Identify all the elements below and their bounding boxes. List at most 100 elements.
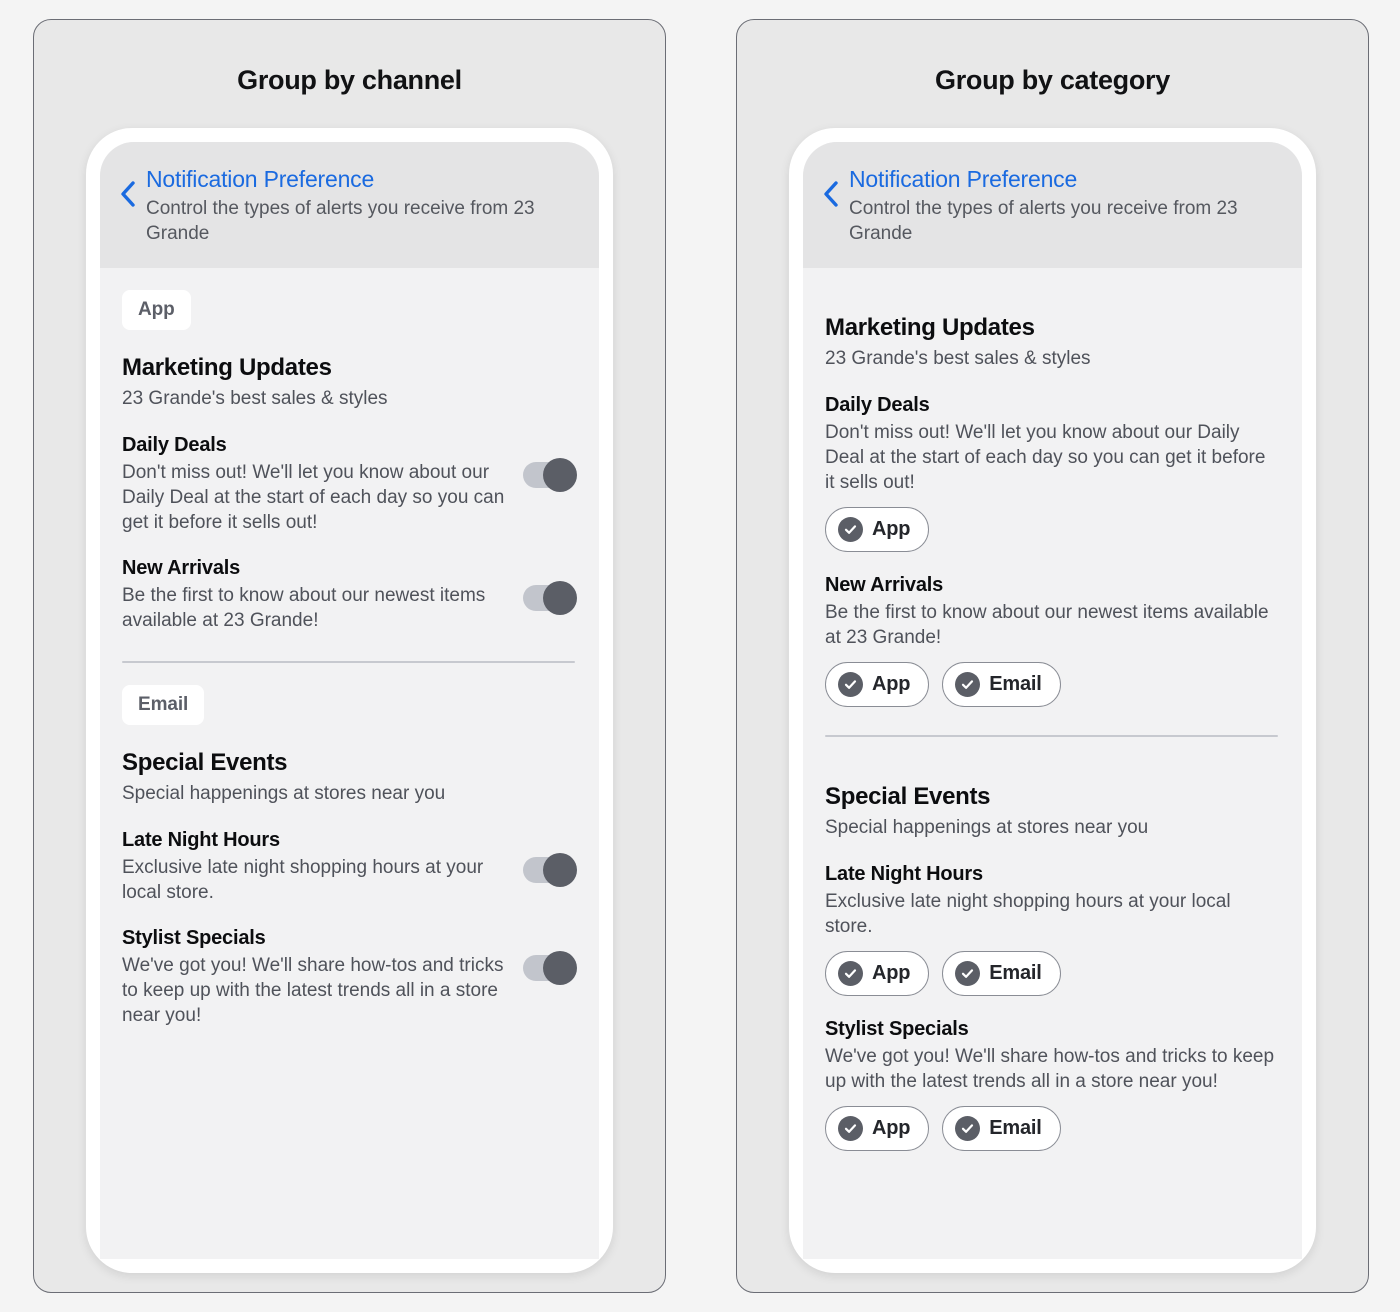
header-texts: Notification Preference Control the types… — [146, 164, 575, 246]
channel-chip-label: Email — [989, 673, 1042, 695]
channel-badge: Email — [122, 685, 205, 725]
preference-description: Be the first to know about our newest it… — [825, 602, 1269, 648]
preference-title: Daily Deals — [825, 394, 930, 416]
toggle-wrap — [523, 927, 577, 985]
notification-group: Marketing Updates 23 Grande's best sales … — [122, 354, 577, 633]
phone-frame: Notification Preference Control the types… — [789, 128, 1316, 1273]
preference-texts: Daily Deals Don't miss out! We'll let you… — [825, 394, 1278, 552]
channel-chip-app[interactable]: App — [825, 662, 930, 707]
channel-chip-app[interactable]: App — [825, 951, 930, 996]
preference-row: Daily Deals Don't miss out! We'll let you… — [825, 394, 1278, 552]
channel-chip-email[interactable]: Email — [942, 662, 1061, 707]
channel-chip-label: Email — [989, 962, 1042, 984]
preference-row: Late Night Hours Exclusive late night sho… — [825, 863, 1278, 996]
channel-chip-list: App Email — [825, 951, 1278, 996]
preference-texts: New Arrivals Be the first to know about o… — [122, 557, 511, 633]
preference-toggle[interactable] — [523, 853, 577, 887]
check-circle-icon — [955, 1116, 981, 1141]
check-circle-icon — [838, 1116, 863, 1141]
preference-texts: Daily Deals Don't miss out! We'll let you… — [122, 434, 511, 535]
group-title: Marketing Updates — [122, 354, 332, 381]
preference-texts: Late Night Hours Exclusive late night sho… — [122, 829, 511, 905]
preference-description: We've got you! We'll share how-tos and t… — [825, 1046, 1275, 1092]
channel-chip-list: App Email — [825, 662, 1278, 707]
check-circle-icon — [955, 961, 981, 986]
group-title: Marketing Updates — [825, 314, 1035, 341]
preference-texts: Late Night Hours Exclusive late night sho… — [825, 863, 1278, 996]
preference-description: Don't miss out! We'll let you know about… — [825, 422, 1266, 493]
toggle-wrap — [523, 829, 577, 887]
toggle-wrap — [523, 434, 577, 492]
check-circle-icon — [838, 672, 863, 697]
group-title: Special Events — [825, 783, 991, 810]
preference-title: Daily Deals — [122, 434, 227, 456]
group-subtitle: 23 Grande's best sales & styles — [825, 348, 1091, 369]
preference-description: Be the first to know about our newest it… — [122, 585, 486, 631]
preference-row: Late Night Hours Exclusive late night sho… — [122, 829, 577, 905]
preference-row: Stylist Specials We've got you! We'll sha… — [825, 1018, 1278, 1151]
preference-texts: Stylist Specials We've got you! We'll sha… — [122, 927, 511, 1028]
preference-title: Late Night Hours — [122, 829, 280, 851]
channel-chip-label: App — [872, 518, 911, 540]
preference-row: Daily Deals Don't miss out! We'll let you… — [122, 434, 577, 535]
screen-body: App Marketing Updates 23 Grande's best sal… — [100, 268, 599, 1028]
channel-chip-label: Email — [989, 1117, 1042, 1139]
notification-group: Special Events Special happenings at stor… — [825, 783, 1278, 1151]
screen-header: Notification Preference Control the types… — [803, 142, 1302, 268]
preference-title: New Arrivals — [122, 557, 241, 579]
variant-title: Group by category — [935, 65, 1170, 95]
preference-toggle[interactable] — [523, 581, 577, 615]
preference-texts: Stylist Specials We've got you! We'll sha… — [825, 1018, 1278, 1151]
preference-toggle[interactable] — [523, 951, 577, 985]
preference-description: Exclusive late night shopping hours at y… — [825, 891, 1231, 937]
preference-title: Late Night Hours — [825, 863, 983, 885]
preference-description: Exclusive late night shopping hours at y… — [122, 857, 484, 903]
check-circle-icon — [955, 672, 981, 697]
group-title: Special Events — [122, 749, 288, 776]
comparison-board: Group by channel Notification Preference C… — [0, 0, 1400, 1312]
chevron-left-icon[interactable] — [118, 172, 138, 216]
channel-chip-email[interactable]: Email — [942, 1106, 1061, 1151]
channel-chip-email[interactable]: Email — [942, 951, 1061, 996]
phone-screen: Notification Preference Control the types… — [100, 142, 599, 1259]
screen-header: Notification Preference Control the types… — [100, 142, 599, 268]
variant-card: Group by category Notification Preference… — [736, 19, 1369, 1293]
header-texts: Notification Preference Control the types… — [849, 164, 1278, 246]
channel-chip-label: App — [872, 1117, 911, 1139]
channel-chip-label: App — [872, 962, 911, 984]
channel-chip-list: App Email — [825, 1106, 1278, 1151]
channel-badge: App — [122, 290, 191, 330]
screen-body: Marketing Updates 23 Grande's best sales … — [803, 268, 1302, 1151]
variant-card: Group by channel Notification Preference C… — [33, 19, 666, 1293]
group-subtitle: Special happenings at stores near you — [122, 783, 446, 804]
preference-row: Stylist Specials We've got you! We'll sha… — [122, 927, 577, 1028]
preference-row: New Arrivals Be the first to know about o… — [122, 557, 577, 633]
page-title: Notification Preference — [146, 166, 375, 192]
toggle-knob — [543, 458, 577, 492]
preference-row: New Arrivals Be the first to know about o… — [825, 574, 1278, 707]
check-circle-icon — [838, 961, 863, 986]
preference-title: Stylist Specials — [122, 927, 266, 949]
chevron-left-icon[interactable] — [821, 172, 841, 216]
phone-screen: Notification Preference Control the types… — [803, 142, 1302, 1259]
variant-title: Group by channel — [237, 65, 462, 95]
group-subtitle: 23 Grande's best sales & styles — [122, 388, 388, 409]
channel-chip-label: App — [872, 673, 911, 695]
toggle-knob — [543, 951, 577, 985]
group-subtitle: Special happenings at stores near you — [825, 817, 1149, 838]
notification-group: Special Events Special happenings at stor… — [122, 749, 577, 1028]
channel-chip-list: App — [825, 507, 1278, 552]
toggle-knob — [543, 853, 577, 887]
preference-title: New Arrivals — [825, 574, 944, 596]
preference-description: We've got you! We'll share how-tos and t… — [122, 955, 504, 1026]
preference-texts: New Arrivals Be the first to know about o… — [825, 574, 1278, 707]
preference-toggle[interactable] — [523, 458, 577, 492]
toggle-knob — [543, 581, 577, 615]
channel-chip-app[interactable]: App — [825, 1106, 930, 1151]
page-subtitle: Control the types of alerts you receive … — [849, 198, 1238, 244]
check-circle-icon — [838, 517, 863, 542]
channel-chip-app[interactable]: App — [825, 507, 930, 552]
phone-frame: Notification Preference Control the types… — [86, 128, 613, 1273]
